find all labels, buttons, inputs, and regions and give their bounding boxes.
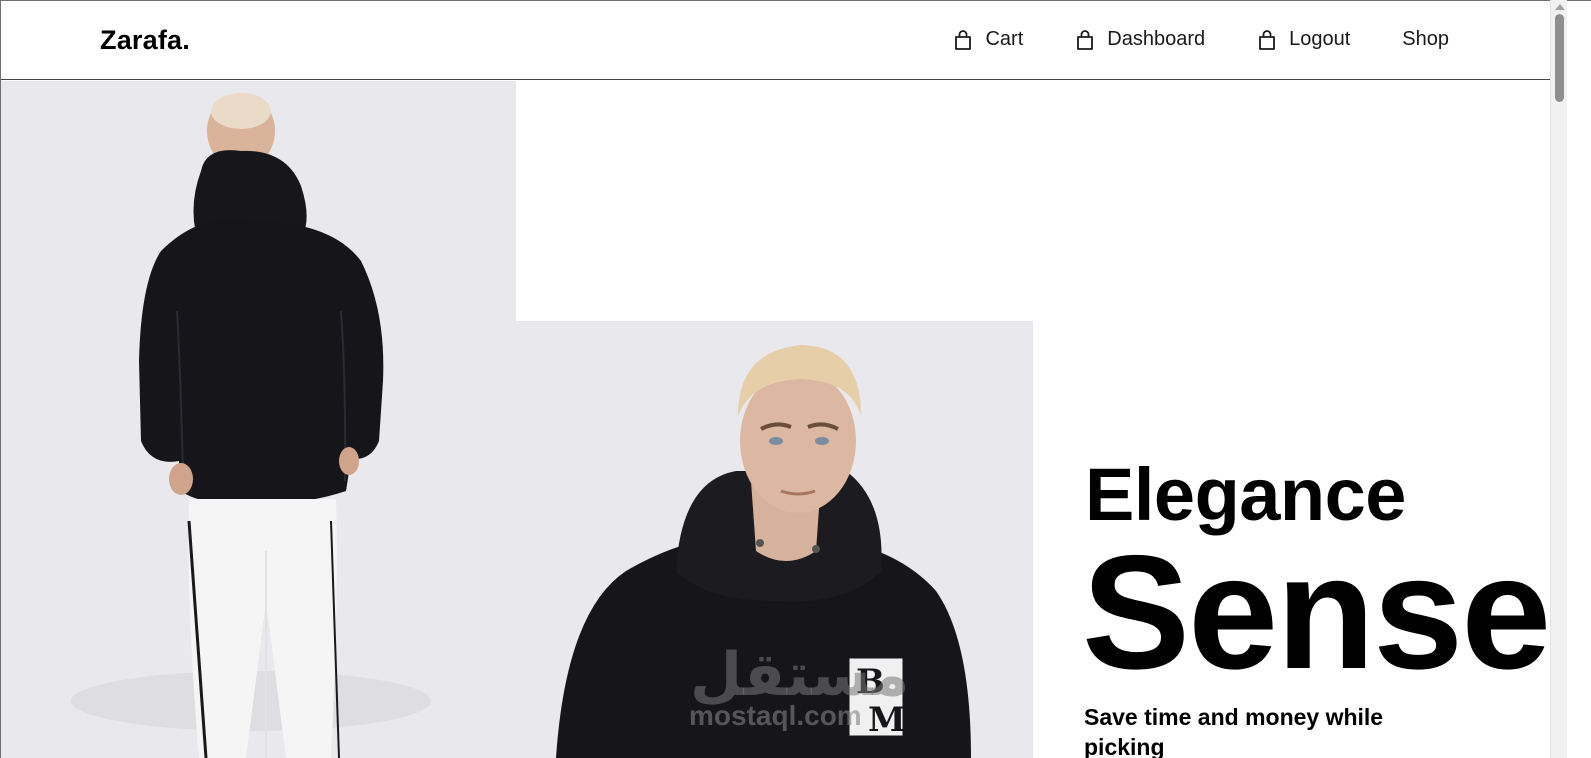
hero-subtitle: Save time and money while picking: [1084, 704, 1384, 758]
model-back-illustration: [1, 81, 516, 758]
brand-logo[interactable]: Zarafa.: [100, 25, 190, 56]
nav-shop-label: Shop: [1402, 28, 1449, 50]
nav-dashboard-label: Dashboard: [1107, 28, 1206, 50]
vertical-scrollbar[interactable]: [1550, 0, 1567, 758]
nav-logout-link[interactable]: Logout: [1257, 28, 1350, 51]
shopping-bag-icon: [1259, 29, 1276, 50]
nav-cart-label: Cart: [985, 28, 1024, 50]
scroll-thumb[interactable]: [1555, 14, 1564, 102]
nav-shop-link[interactable]: Shop: [1402, 28, 1449, 51]
shopping-bag-icon: [955, 29, 972, 50]
hero-heading-sense: Sense: [1082, 522, 1551, 703]
nav-cart-link[interactable]: Cart: [953, 28, 1023, 51]
watermark-latin: mostaql.com: [689, 700, 862, 731]
top-navbar: Zarafa. Cart Dashboard Logout Shop: [1, 1, 1567, 80]
scroll-up-arrow-icon[interactable]: [1555, 4, 1565, 10]
nav-logout-label: Logout: [1289, 28, 1351, 50]
model-back-photo: [1, 81, 516, 758]
shopping-bag-icon: [1077, 29, 1094, 50]
main-nav: Cart Dashboard Logout Shop: [901, 28, 1449, 51]
nav-dashboard-link[interactable]: Dashboard: [1075, 28, 1205, 51]
